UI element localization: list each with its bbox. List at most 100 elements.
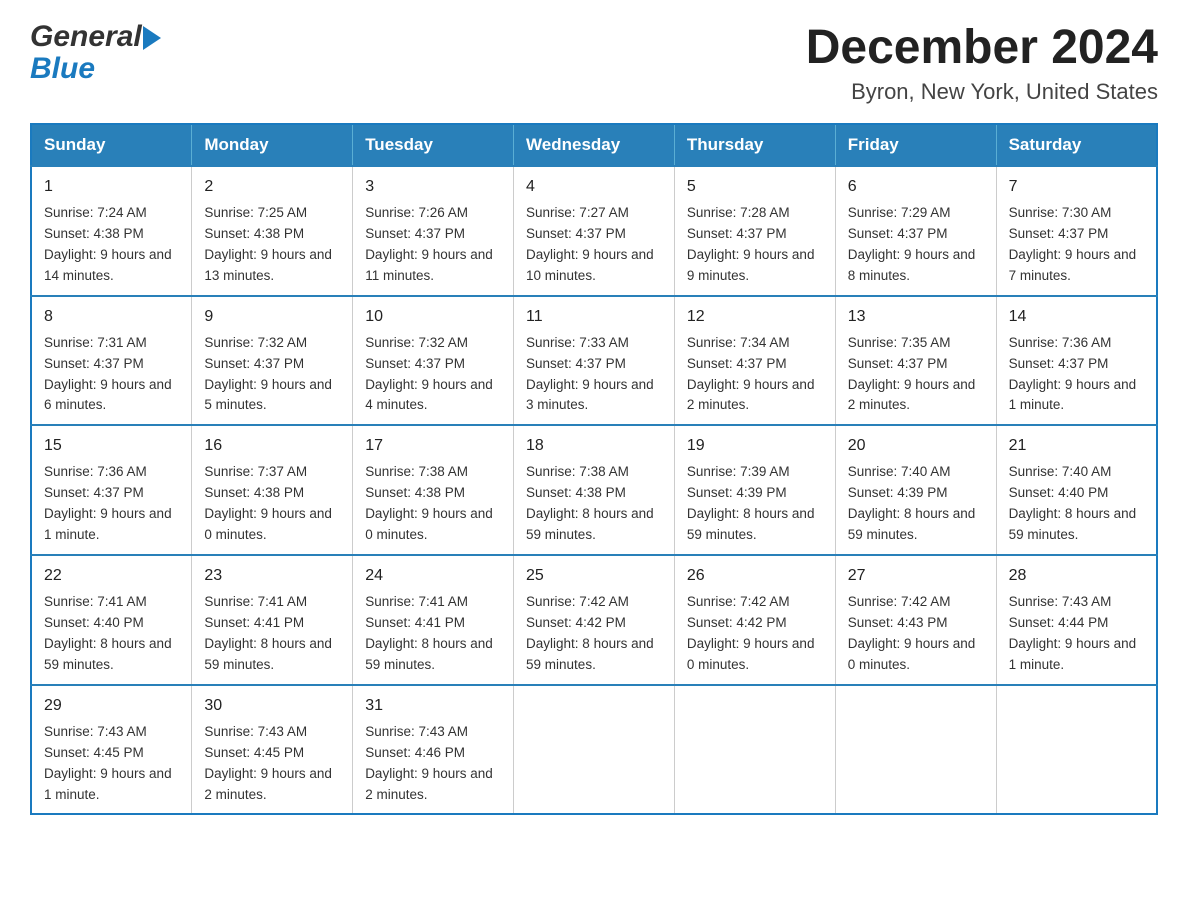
day-info: Sunrise: 7:41 AM Sunset: 4:41 PM Dayligh…: [204, 592, 340, 676]
day-info: Sunrise: 7:32 AM Sunset: 4:37 PM Dayligh…: [365, 333, 501, 417]
day-info: Sunrise: 7:37 AM Sunset: 4:38 PM Dayligh…: [204, 462, 340, 546]
day-info: Sunrise: 7:36 AM Sunset: 4:37 PM Dayligh…: [44, 462, 179, 546]
calendar-cell: 3 Sunrise: 7:26 AM Sunset: 4:37 PM Dayli…: [353, 166, 514, 296]
calendar-cell: 25 Sunrise: 7:42 AM Sunset: 4:42 PM Dayl…: [514, 555, 675, 685]
day-info: Sunrise: 7:43 AM Sunset: 4:46 PM Dayligh…: [365, 722, 501, 806]
calendar-cell: 28 Sunrise: 7:43 AM Sunset: 4:44 PM Dayl…: [996, 555, 1157, 685]
day-info: Sunrise: 7:42 AM Sunset: 4:42 PM Dayligh…: [526, 592, 662, 676]
logo-blue-text: Blue: [30, 54, 161, 84]
calendar-cell: [674, 685, 835, 815]
calendar-cell: 10 Sunrise: 7:32 AM Sunset: 4:37 PM Dayl…: [353, 296, 514, 426]
day-info: Sunrise: 7:40 AM Sunset: 4:39 PM Dayligh…: [848, 462, 984, 546]
day-info: Sunrise: 7:43 AM Sunset: 4:45 PM Dayligh…: [44, 722, 179, 806]
calendar-cell: 31 Sunrise: 7:43 AM Sunset: 4:46 PM Dayl…: [353, 685, 514, 815]
calendar-cell: 1 Sunrise: 7:24 AM Sunset: 4:38 PM Dayli…: [31, 166, 192, 296]
day-number: 22: [44, 564, 179, 588]
day-info: Sunrise: 7:38 AM Sunset: 4:38 PM Dayligh…: [365, 462, 501, 546]
day-number: 4: [526, 175, 662, 199]
day-info: Sunrise: 7:33 AM Sunset: 4:37 PM Dayligh…: [526, 333, 662, 417]
calendar-cell: 5 Sunrise: 7:28 AM Sunset: 4:37 PM Dayli…: [674, 166, 835, 296]
day-number: 18: [526, 434, 662, 458]
calendar-cell: 23 Sunrise: 7:41 AM Sunset: 4:41 PM Dayl…: [192, 555, 353, 685]
day-info: Sunrise: 7:36 AM Sunset: 4:37 PM Dayligh…: [1009, 333, 1144, 417]
day-info: Sunrise: 7:40 AM Sunset: 4:40 PM Dayligh…: [1009, 462, 1144, 546]
day-number: 12: [687, 305, 823, 329]
calendar-cell: 4 Sunrise: 7:27 AM Sunset: 4:37 PM Dayli…: [514, 166, 675, 296]
day-info: Sunrise: 7:31 AM Sunset: 4:37 PM Dayligh…: [44, 333, 179, 417]
day-number: 13: [848, 305, 984, 329]
week-row-4: 22 Sunrise: 7:41 AM Sunset: 4:40 PM Dayl…: [31, 555, 1157, 685]
day-number: 24: [365, 564, 501, 588]
day-number: 26: [687, 564, 823, 588]
day-header-thursday: Thursday: [674, 124, 835, 166]
calendar-cell: 8 Sunrise: 7:31 AM Sunset: 4:37 PM Dayli…: [31, 296, 192, 426]
calendar-cell: [514, 685, 675, 815]
calendar-cell: 16 Sunrise: 7:37 AM Sunset: 4:38 PM Dayl…: [192, 425, 353, 555]
calendar-cell: 9 Sunrise: 7:32 AM Sunset: 4:37 PM Dayli…: [192, 296, 353, 426]
day-number: 25: [526, 564, 662, 588]
calendar-cell: 2 Sunrise: 7:25 AM Sunset: 4:38 PM Dayli…: [192, 166, 353, 296]
day-info: Sunrise: 7:30 AM Sunset: 4:37 PM Dayligh…: [1009, 203, 1144, 287]
week-row-5: 29 Sunrise: 7:43 AM Sunset: 4:45 PM Dayl…: [31, 685, 1157, 815]
day-info: Sunrise: 7:26 AM Sunset: 4:37 PM Dayligh…: [365, 203, 501, 287]
days-of-week-row: SundayMondayTuesdayWednesdayThursdayFrid…: [31, 124, 1157, 166]
calendar-cell: 22 Sunrise: 7:41 AM Sunset: 4:40 PM Dayl…: [31, 555, 192, 685]
day-number: 9: [204, 305, 340, 329]
logo-general-text: General: [30, 20, 142, 54]
day-info: Sunrise: 7:39 AM Sunset: 4:39 PM Dayligh…: [687, 462, 823, 546]
day-number: 21: [1009, 434, 1144, 458]
day-info: Sunrise: 7:41 AM Sunset: 4:40 PM Dayligh…: [44, 592, 179, 676]
logo: General Blue: [30, 20, 161, 84]
calendar-cell: 30 Sunrise: 7:43 AM Sunset: 4:45 PM Dayl…: [192, 685, 353, 815]
calendar-cell: 21 Sunrise: 7:40 AM Sunset: 4:40 PM Dayl…: [996, 425, 1157, 555]
calendar-cell: 7 Sunrise: 7:30 AM Sunset: 4:37 PM Dayli…: [996, 166, 1157, 296]
day-number: 10: [365, 305, 501, 329]
day-info: Sunrise: 7:29 AM Sunset: 4:37 PM Dayligh…: [848, 203, 984, 287]
day-number: 15: [44, 434, 179, 458]
day-number: 11: [526, 305, 662, 329]
day-number: 23: [204, 564, 340, 588]
day-info: Sunrise: 7:25 AM Sunset: 4:38 PM Dayligh…: [204, 203, 340, 287]
week-row-2: 8 Sunrise: 7:31 AM Sunset: 4:37 PM Dayli…: [31, 296, 1157, 426]
calendar-cell: 29 Sunrise: 7:43 AM Sunset: 4:45 PM Dayl…: [31, 685, 192, 815]
calendar-cell: 17 Sunrise: 7:38 AM Sunset: 4:38 PM Dayl…: [353, 425, 514, 555]
day-number: 28: [1009, 564, 1144, 588]
main-title: December 2024: [806, 20, 1158, 75]
week-row-3: 15 Sunrise: 7:36 AM Sunset: 4:37 PM Dayl…: [31, 425, 1157, 555]
day-number: 3: [365, 175, 501, 199]
day-info: Sunrise: 7:24 AM Sunset: 4:38 PM Dayligh…: [44, 203, 179, 287]
day-header-sunday: Sunday: [31, 124, 192, 166]
page-header: General Blue December 2024 Byron, New Yo…: [30, 20, 1158, 105]
subtitle: Byron, New York, United States: [806, 79, 1158, 105]
day-number: 16: [204, 434, 340, 458]
day-header-wednesday: Wednesday: [514, 124, 675, 166]
day-number: 1: [44, 175, 179, 199]
day-info: Sunrise: 7:32 AM Sunset: 4:37 PM Dayligh…: [204, 333, 340, 417]
day-info: Sunrise: 7:27 AM Sunset: 4:37 PM Dayligh…: [526, 203, 662, 287]
day-number: 2: [204, 175, 340, 199]
title-area: December 2024 Byron, New York, United St…: [806, 20, 1158, 105]
calendar-cell: 24 Sunrise: 7:41 AM Sunset: 4:41 PM Dayl…: [353, 555, 514, 685]
day-info: Sunrise: 7:42 AM Sunset: 4:42 PM Dayligh…: [687, 592, 823, 676]
day-info: Sunrise: 7:43 AM Sunset: 4:44 PM Dayligh…: [1009, 592, 1144, 676]
day-info: Sunrise: 7:42 AM Sunset: 4:43 PM Dayligh…: [848, 592, 984, 676]
day-number: 5: [687, 175, 823, 199]
calendar-cell: 26 Sunrise: 7:42 AM Sunset: 4:42 PM Dayl…: [674, 555, 835, 685]
calendar-cell: 6 Sunrise: 7:29 AM Sunset: 4:37 PM Dayli…: [835, 166, 996, 296]
day-number: 20: [848, 434, 984, 458]
day-header-tuesday: Tuesday: [353, 124, 514, 166]
calendar-cell: 20 Sunrise: 7:40 AM Sunset: 4:39 PM Dayl…: [835, 425, 996, 555]
calendar-cell: 27 Sunrise: 7:42 AM Sunset: 4:43 PM Dayl…: [835, 555, 996, 685]
calendar-cell: 12 Sunrise: 7:34 AM Sunset: 4:37 PM Dayl…: [674, 296, 835, 426]
calendar-cell: [996, 685, 1157, 815]
day-info: Sunrise: 7:28 AM Sunset: 4:37 PM Dayligh…: [687, 203, 823, 287]
calendar-table: SundayMondayTuesdayWednesdayThursdayFrid…: [30, 123, 1158, 815]
day-number: 19: [687, 434, 823, 458]
day-info: Sunrise: 7:34 AM Sunset: 4:37 PM Dayligh…: [687, 333, 823, 417]
logo-arrow-icon: [143, 26, 161, 50]
day-number: 14: [1009, 305, 1144, 329]
day-number: 17: [365, 434, 501, 458]
day-number: 29: [44, 694, 179, 718]
day-number: 8: [44, 305, 179, 329]
calendar-cell: 14 Sunrise: 7:36 AM Sunset: 4:37 PM Dayl…: [996, 296, 1157, 426]
